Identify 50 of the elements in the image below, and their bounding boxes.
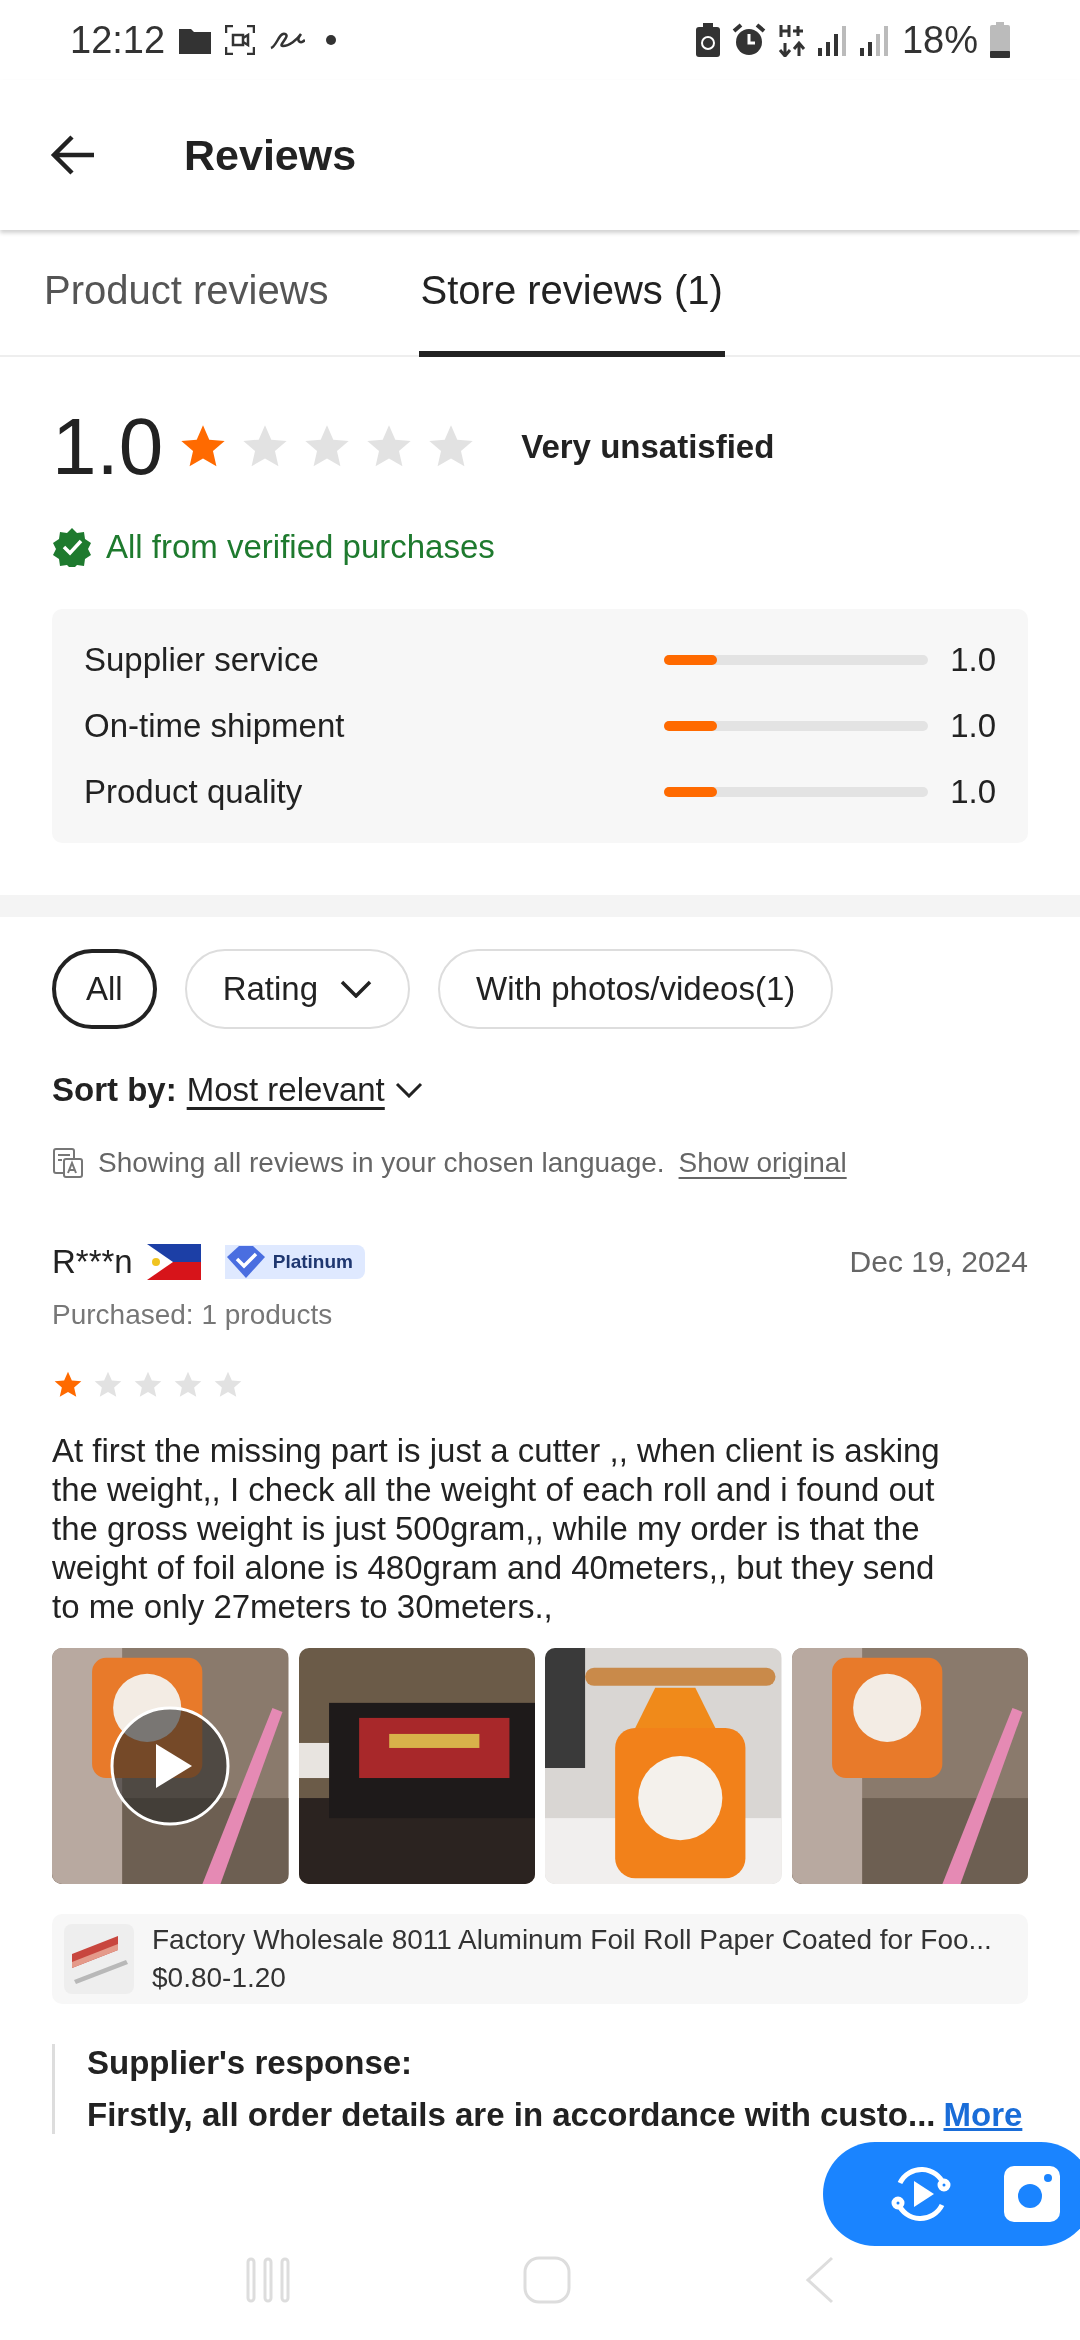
filter-chip[interactable]: All: [52, 949, 157, 1029]
show-original-link[interactable]: Show original: [678, 1147, 847, 1179]
membership-badge: Platinum: [224, 1245, 365, 1279]
metric-value: 1.0: [950, 707, 996, 745]
signal-icon: [817, 24, 848, 56]
battery-icon: [990, 22, 1010, 58]
back-arrow-icon[interactable]: [50, 135, 96, 175]
rating-label: Very unsatisfied: [521, 428, 775, 466]
sort-label: Sort by:: [52, 1071, 177, 1109]
rating-score: 1.0: [52, 407, 164, 487]
chevron-down-icon[interactable]: [394, 1082, 423, 1098]
folder-icon: [179, 26, 212, 54]
tab[interactable]: Product reviews: [42, 230, 331, 357]
metric-value: 1.0: [950, 773, 996, 811]
metric-label: Product quality: [84, 773, 304, 811]
mobile-data-icon: [777, 23, 806, 57]
review-text: At first the missing part is just a cutter ,, when client is asking the weight,, I check all the weight of each roll and i found out the gross weight is just 500gram,, while my order is that the weight of foil alone is 480gram and 40meters,, but they send to me only 27meters to 30meters.,: [52, 1431, 941, 1626]
tab[interactable]: Store reviews (1): [418, 230, 725, 357]
diamond-check-icon: [224, 1245, 267, 1279]
translation-notice: Showing all reviews in your chosen language.: [98, 1147, 665, 1179]
verified-badge-icon: [52, 527, 92, 567]
signal-icon: [859, 24, 890, 56]
verified-purchases-text: All from verified purchases: [106, 528, 495, 566]
product-card[interactable]: Factory Wholesale 8011 Aluminum Foil Roll Paper Coated for Foo... $0.80-1.20: [52, 1914, 1028, 2004]
response-heading: Supplier's response:: [87, 2044, 414, 2082]
product-title: Factory Wholesale 8011 Aluminum Foil Roll Paper Coated for Foo...: [152, 1924, 992, 1956]
alarm-icon: [731, 23, 766, 57]
sort-dropdown[interactable]: Most relevant: [186, 1071, 385, 1109]
flag-icon: [146, 1244, 201, 1280]
purchase-count: Purchased: 1 products: [52, 1299, 334, 1331]
more-link[interactable]: More: [943, 2096, 1023, 2133]
review-date: Dec 19, 2024: [849, 1245, 1028, 1279]
response-text: Firstly, all order details are in accordance with custo...: [87, 2096, 936, 2133]
product-price: $0.80-1.20: [152, 1962, 287, 1994]
clock: 12:12: [70, 18, 166, 62]
play-icon[interactable]: [110, 1706, 230, 1826]
camera-icon[interactable]: [1004, 2166, 1060, 2222]
metric-label: Supplier service: [84, 641, 320, 679]
dot-icon: [325, 34, 338, 46]
filter-chip[interactable]: Rating: [184, 949, 411, 1029]
reviewer-name: R***n: [52, 1243, 133, 1281]
page-title: Reviews: [184, 130, 357, 180]
battery-saver-icon: [695, 23, 720, 57]
screen-record-icon: [225, 25, 256, 55]
translate-icon: [52, 1147, 84, 1179]
battery-percentage: 18%: [901, 18, 978, 62]
chevron-down-icon: [340, 980, 373, 998]
metric-label: On-time shipment: [84, 707, 346, 745]
filter-chip[interactable]: With photos/videos(1): [438, 949, 834, 1029]
metric-value: 1.0: [950, 641, 996, 679]
